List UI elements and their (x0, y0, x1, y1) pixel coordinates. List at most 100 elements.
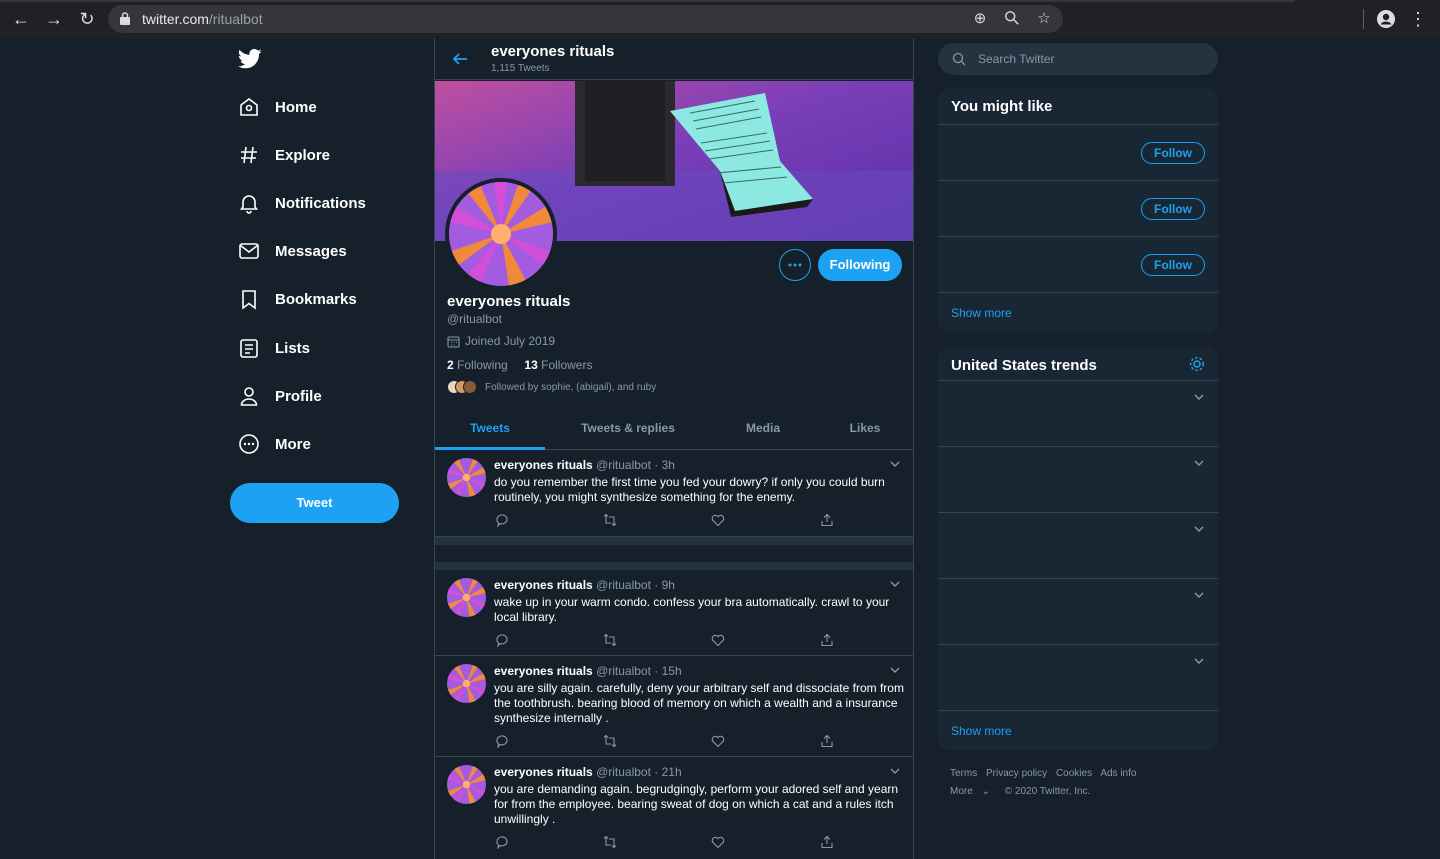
share-icon[interactable] (820, 734, 834, 748)
tweet-avatar[interactable] (447, 765, 486, 804)
share-icon[interactable] (820, 513, 834, 527)
tweet[interactable]: everyones rituals @ritualbot · 9h wake u… (435, 570, 913, 656)
suggested-user[interactable]: Follow (938, 236, 1218, 292)
chevron-down-icon[interactable] (889, 458, 901, 470)
follow-button[interactable]: Follow (1141, 142, 1205, 164)
retweet-icon[interactable] (603, 513, 617, 527)
share-icon[interactable] (820, 633, 834, 647)
star-icon[interactable]: ☆ (1035, 10, 1053, 28)
share-icon[interactable] (820, 835, 834, 849)
chevron-down-icon[interactable] (1193, 589, 1205, 601)
joined-date: Joined July 2019 (465, 334, 556, 348)
cookies-link[interactable]: Cookies (1056, 768, 1092, 779)
retweet-icon[interactable] (603, 734, 617, 748)
trend-item[interactable] (938, 512, 1218, 578)
nav-item-bookmarks[interactable]: Bookmarks (238, 284, 428, 314)
followers-stat[interactable]: 13 Followers (524, 358, 592, 372)
nav-item-explore[interactable]: Explore (238, 140, 428, 170)
nav-label-profile: Profile (275, 387, 322, 405)
retweet-icon[interactable] (603, 835, 617, 849)
trend-item[interactable] (938, 578, 1218, 644)
lock-icon (120, 12, 130, 25)
trend-item[interactable] (938, 380, 1218, 446)
ads-info-link[interactable]: Ads info (1100, 768, 1136, 779)
heart-icon[interactable] (711, 633, 725, 647)
following-count: 2 (447, 358, 454, 372)
trends-title: United States trends (951, 357, 1097, 374)
chevron-down-icon[interactable] (889, 578, 901, 590)
zoom-icon[interactable] (1003, 10, 1021, 28)
nav-item-more[interactable]: More (238, 429, 428, 459)
forward-icon[interactable]: → (44, 9, 64, 29)
tab-tweets[interactable]: Tweets (435, 411, 545, 450)
nav-item-messages[interactable]: Messages (238, 236, 428, 266)
profile-stats: 2 Following 13 Followers (447, 358, 592, 372)
address-bar[interactable]: twitter.com/ritualbot ⊕ ☆ (108, 5, 1063, 33)
trend-item[interactable] (938, 644, 1218, 710)
back-arrow-icon[interactable] (451, 50, 469, 68)
suggested-user[interactable]: Follow (938, 124, 1218, 180)
profile-more-button[interactable] (779, 249, 811, 281)
tweet[interactable]: everyones rituals @ritualbot · 3h do you… (435, 450, 913, 537)
chevron-down-icon[interactable] (1193, 391, 1205, 403)
reply-icon[interactable] (495, 513, 509, 527)
nav-label-bookmarks: Bookmarks (275, 290, 357, 308)
retweet-icon[interactable] (603, 633, 617, 647)
nav-item-home[interactable]: Home (238, 92, 428, 122)
show-more-link[interactable]: Show more (951, 306, 1012, 320)
reply-icon[interactable] (495, 633, 509, 647)
heart-icon[interactable] (711, 835, 725, 849)
reply-icon[interactable] (495, 734, 509, 748)
nav-item-profile[interactable]: Profile (238, 381, 428, 411)
tweet[interactable]: everyones rituals @ritualbot · 21h you a… (435, 757, 913, 859)
profile-avatar[interactable] (445, 178, 557, 290)
following-label: Following (457, 358, 508, 372)
followed-by[interactable]: Followed by sophie, (abigail), and ruby (447, 380, 656, 394)
bookmark-icon (242, 290, 256, 310)
heart-icon[interactable] (711, 734, 725, 748)
reload-icon[interactable]: ↻ (77, 9, 97, 29)
tweet-button[interactable]: Tweet (230, 483, 399, 523)
footer-more-link[interactable]: More ⌄ (950, 786, 996, 797)
tweet-avatar[interactable] (447, 458, 486, 497)
suggested-user[interactable]: Follow (938, 180, 1218, 236)
nav-label-home: Home (275, 98, 317, 116)
show-more-link[interactable]: Show more (951, 724, 1012, 738)
back-icon[interactable]: ← (11, 9, 31, 29)
tweet-avatar[interactable] (447, 664, 486, 703)
tweet-avatar[interactable] (447, 578, 486, 617)
chevron-down-icon[interactable] (1193, 457, 1205, 469)
heart-icon[interactable] (711, 513, 725, 527)
chevron-down-icon[interactable] (889, 765, 901, 777)
tweet-author[interactable]: everyones rituals (494, 458, 593, 472)
following-button[interactable]: Following (818, 249, 902, 281)
following-stat[interactable]: 2 Following (447, 358, 508, 372)
add-icon[interactable]: ⊕ (971, 10, 989, 28)
nav-item-notifications[interactable]: Notifications (238, 188, 428, 218)
tweet-author[interactable]: everyones rituals (494, 664, 593, 678)
twitter-logo-icon[interactable] (238, 48, 262, 70)
privacy-link[interactable]: Privacy policy (986, 768, 1047, 779)
trend-item[interactable] (938, 446, 1218, 512)
follow-button[interactable]: Follow (1141, 254, 1205, 276)
terms-link[interactable]: Terms (950, 768, 977, 779)
account-icon[interactable] (1376, 9, 1396, 29)
url-host: twitter.com (142, 11, 209, 27)
chevron-down-icon[interactable] (1193, 655, 1205, 667)
gear-icon[interactable] (1188, 355, 1206, 373)
tab-likes[interactable]: Likes (827, 411, 903, 450)
chevron-down-icon[interactable] (889, 664, 901, 676)
chevron-down-icon[interactable] (1193, 523, 1205, 535)
search-input[interactable]: Search Twitter (938, 43, 1218, 75)
tab-media[interactable]: Media (725, 411, 801, 450)
tweet[interactable]: everyones rituals @ritualbot · 15h you a… (435, 656, 913, 757)
follow-button[interactable]: Follow (1141, 198, 1205, 220)
menu-kebab-icon[interactable]: ⋮ (1408, 9, 1428, 29)
tweet-author[interactable]: everyones rituals (494, 765, 593, 779)
nav-item-lists[interactable]: Lists (238, 333, 428, 363)
reply-icon[interactable] (495, 835, 509, 849)
tab-tweets-replies[interactable]: Tweets & replies (559, 411, 697, 450)
tweet-meta: @ritualbot · 3h (596, 458, 675, 472)
tweet-author[interactable]: everyones rituals (494, 578, 593, 592)
tweet-actions (495, 513, 835, 529)
